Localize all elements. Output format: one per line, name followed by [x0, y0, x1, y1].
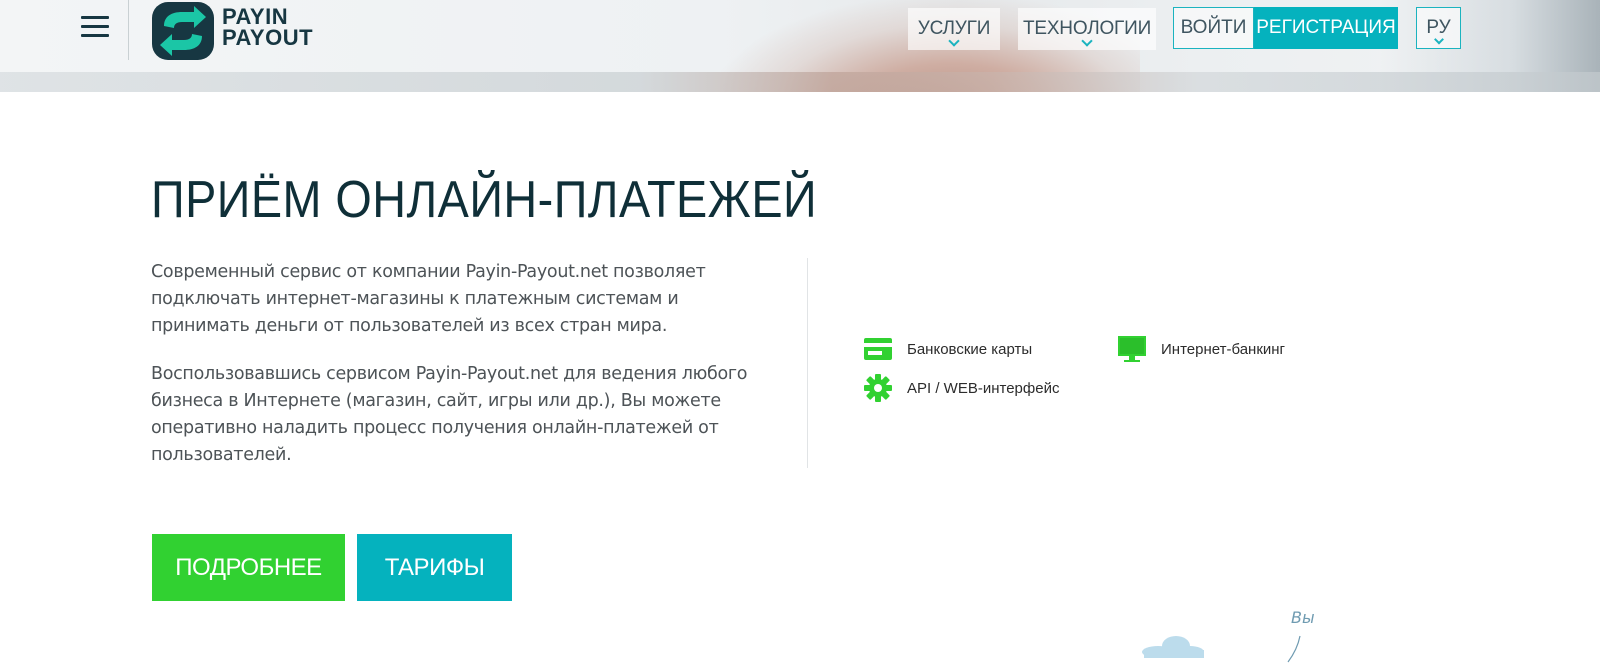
- site-header: PAYIN PAYOUT УСЛУГИ ТЕХНОЛОГИИ ВОЙТИ РЕГ…: [0, 0, 1600, 92]
- header-divider: [128, 0, 129, 60]
- logo-line-2: PAYOUT: [222, 25, 314, 50]
- nav-services[interactable]: УСЛУГИ: [908, 8, 1000, 50]
- cloud-illustration: [1142, 636, 1204, 658]
- credit-card-icon: [864, 338, 892, 360]
- page: PAYIN PAYOUT УСЛУГИ ТЕХНОЛОГИИ ВОЙТИ РЕГ…: [0, 0, 1600, 664]
- more-button[interactable]: ПОДРОБНЕЕ: [152, 534, 345, 601]
- header-background-strip: [0, 72, 1600, 92]
- hamburger-menu-icon[interactable]: [81, 16, 109, 38]
- arrows-exchange-icon: [152, 2, 214, 60]
- feature-api-web: API / WEB-интерфейс: [862, 372, 1059, 404]
- monitor-icon: [1118, 336, 1146, 362]
- login-button[interactable]: ВОЙТИ: [1173, 7, 1254, 49]
- feature-label: Банковские карты: [907, 340, 1033, 358]
- intro-paragraph-2: Воспользовавшись сервисом Payin-Payout.n…: [151, 364, 748, 465]
- feature-label: API / WEB-интерфейс: [907, 379, 1060, 397]
- gear-icon: [864, 374, 892, 402]
- feature-bank-cards: Банковские карты: [862, 333, 1032, 365]
- feature-label: Интернет-банкинг: [1161, 340, 1286, 358]
- illustration-label: Вы: [1291, 608, 1315, 627]
- intro-paragraph-1: Современный сервис от компании Payin-Pay…: [151, 262, 706, 336]
- page-title: ПРИЁМ ОНЛАЙН-ПЛАТЕЖЕЙ: [151, 171, 818, 229]
- register-button[interactable]: РЕГИСТРАЦИЯ: [1254, 7, 1398, 49]
- tariffs-button[interactable]: ТАРИФЫ: [357, 534, 512, 601]
- logo[interactable]: PAYIN PAYOUT: [150, 0, 330, 62]
- feature-internet-banking: Интернет-банкинг: [1116, 333, 1285, 365]
- language-selector[interactable]: РУ: [1416, 7, 1461, 49]
- logo-line-1: PAYIN: [222, 4, 289, 29]
- illustration-pointer-line: [1287, 635, 1301, 663]
- content-divider: [807, 258, 808, 468]
- nav-technologies[interactable]: ТЕХНОЛОГИИ: [1018, 8, 1156, 50]
- logo-text: PAYIN PAYOUT: [222, 4, 314, 50]
